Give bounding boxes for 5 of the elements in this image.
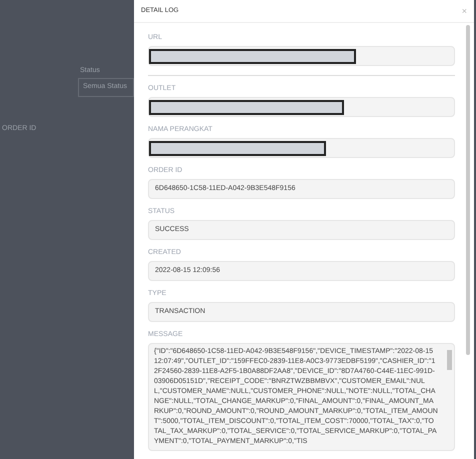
scrollbar[interactable] — [447, 350, 452, 370]
scrollbar[interactable] — [466, 25, 470, 355]
input-field[interactable] — [148, 46, 455, 66]
input-field[interactable] — [148, 138, 455, 158]
input-field[interactable] — [148, 97, 455, 117]
